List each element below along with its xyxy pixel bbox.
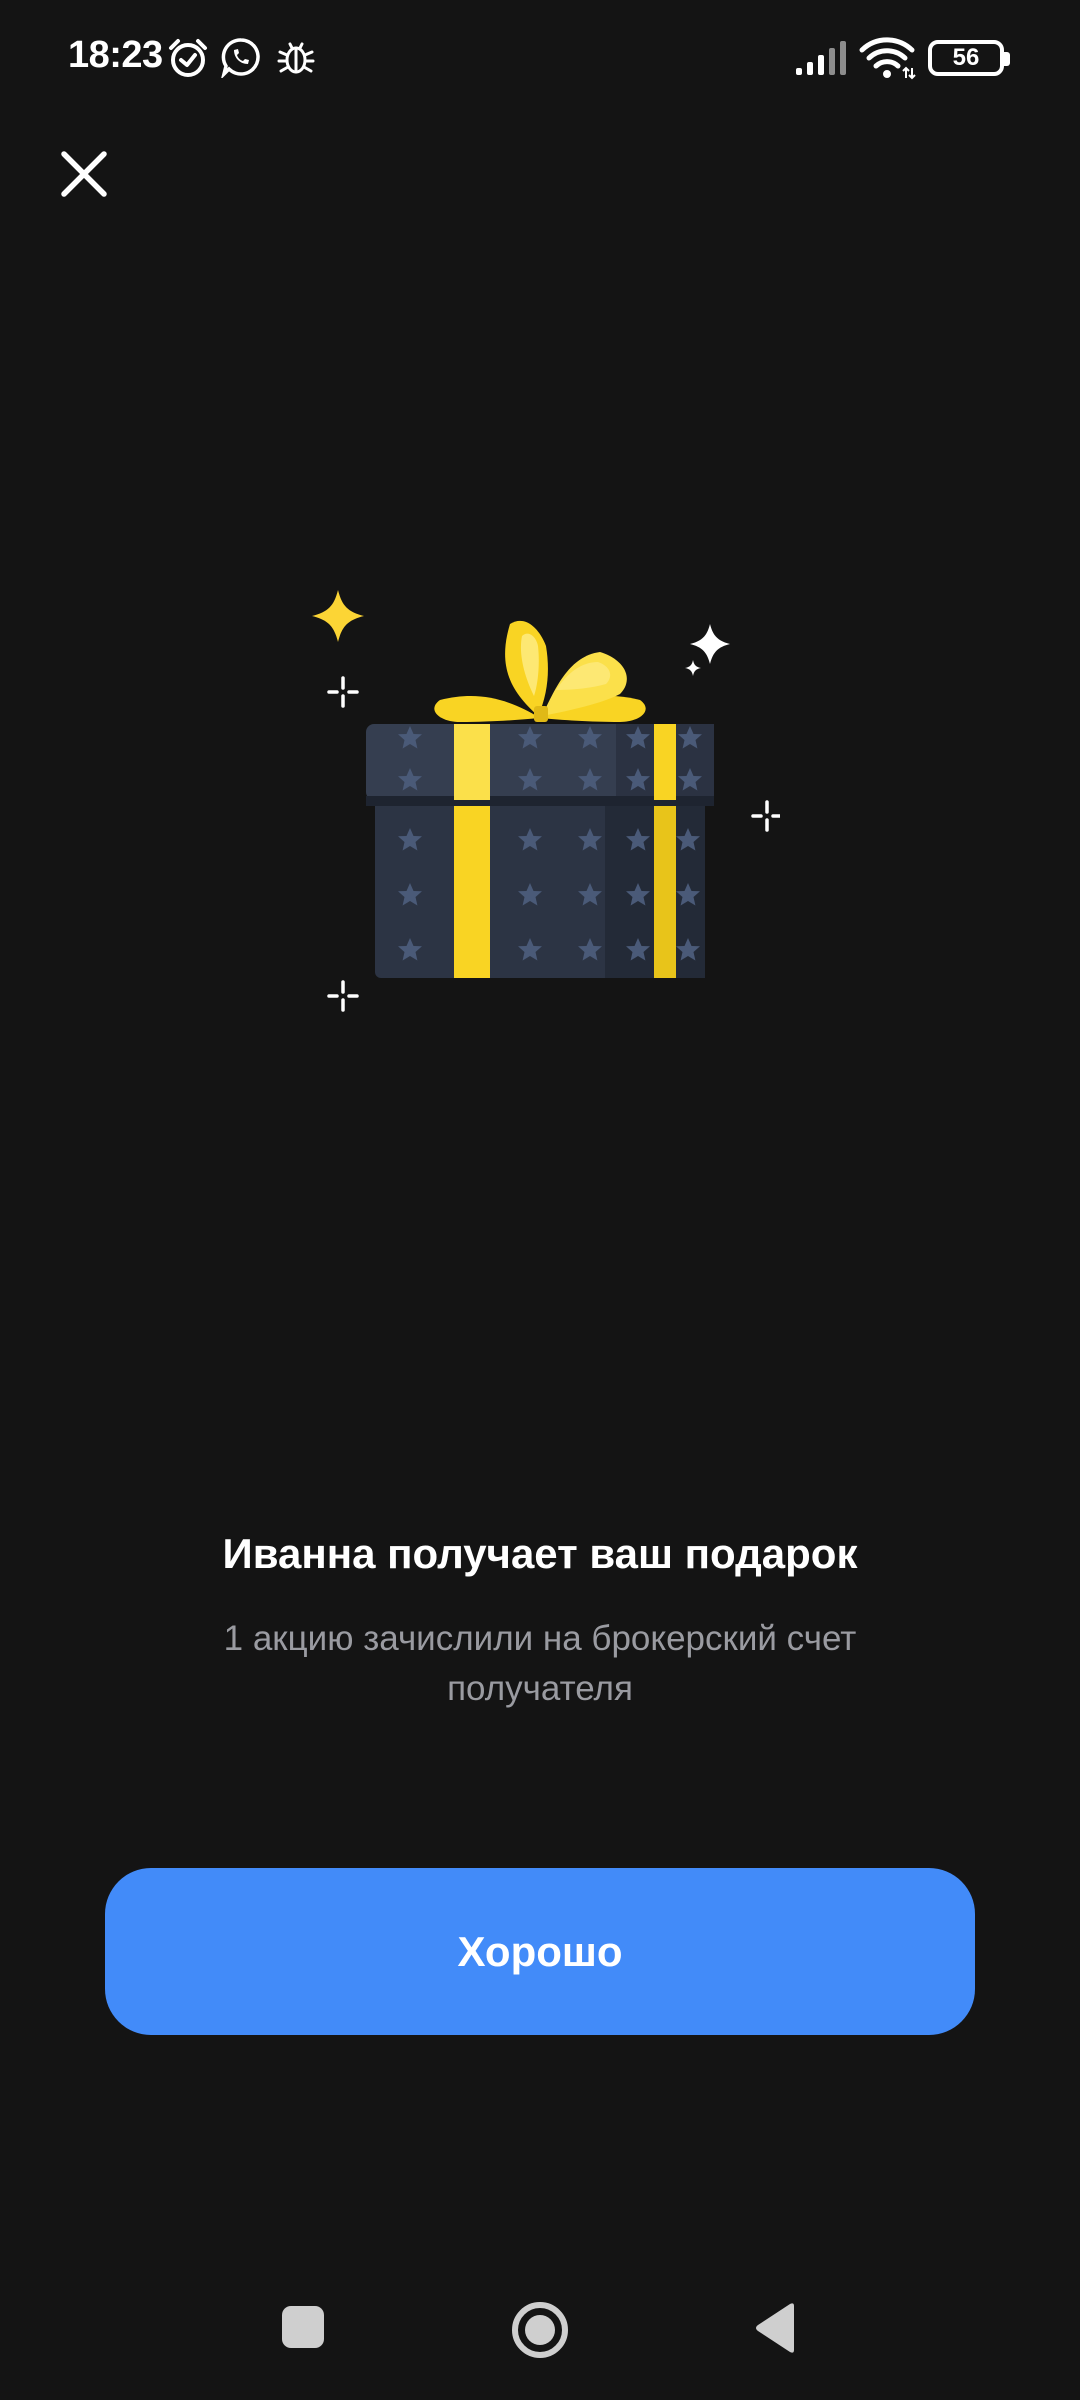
battery-icon: 56 <box>928 40 1004 76</box>
bug-icon <box>277 42 315 74</box>
signal-icon <box>796 41 846 75</box>
status-time: 18:23 <box>68 34 163 76</box>
gift-box-illustration <box>312 590 780 1012</box>
system-nav-bar <box>0 2280 1080 2380</box>
battery-tip <box>1004 52 1010 66</box>
sparkle-white-icon <box>690 624 730 664</box>
recents-icon[interactable] <box>280 2304 326 2350</box>
wifi-icon <box>859 37 916 80</box>
battery-level: 56 <box>952 44 980 71</box>
sparkle-yellow-icon <box>312 590 364 642</box>
status-bar: 18:23 56 <box>0 0 1080 116</box>
whatsapp-icon <box>221 38 260 78</box>
close-icon <box>61 151 107 197</box>
page-title: Иванна получает ваш подарок <box>222 1530 858 1577</box>
close-button[interactable] <box>50 140 118 208</box>
sparkle-white-small-icon <box>685 660 701 676</box>
alarm-icon <box>169 39 207 77</box>
home-icon[interactable] <box>510 2300 570 2360</box>
ok-button[interactable]: Хорошо <box>105 1868 975 2035</box>
gift-success-screen: 18:23 56 Иванна получает ваш подарок 1 а… <box>0 0 1080 2400</box>
back-icon[interactable] <box>752 2302 798 2354</box>
page-subtitle: 1 акцию зачислили на брокерский счет пол… <box>223 1619 857 1708</box>
